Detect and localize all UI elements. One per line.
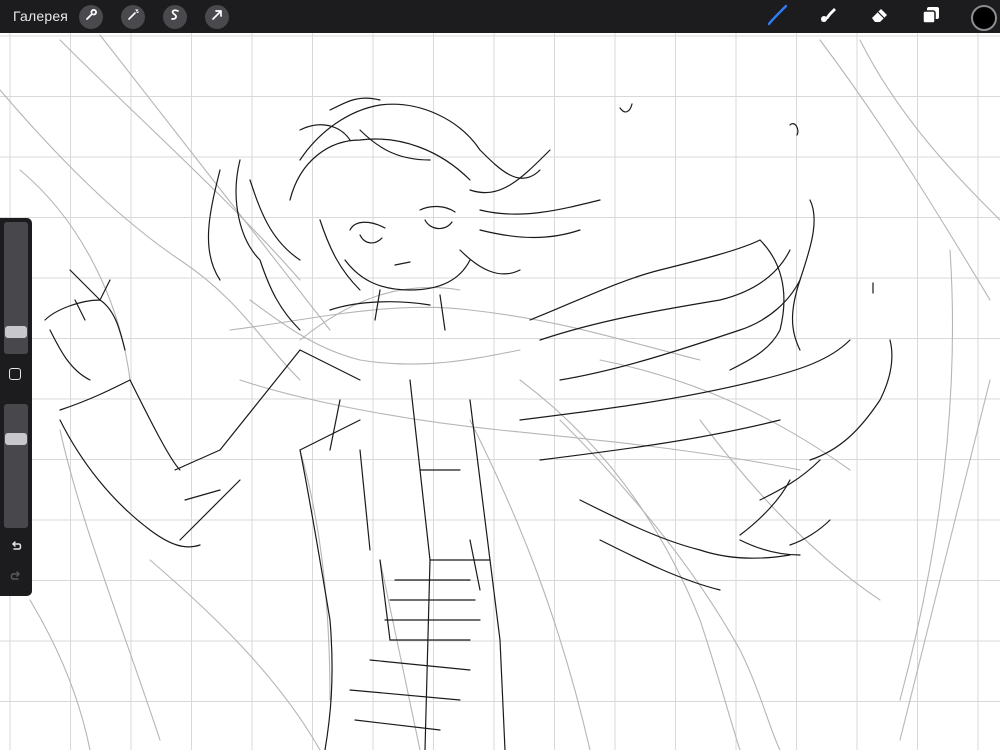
magic-wand-icon (126, 8, 140, 27)
brush-icon (765, 3, 789, 32)
sketch-ink-layer (44, 97, 893, 750)
redo-button[interactable] (6, 568, 26, 588)
layers-icon (920, 4, 942, 31)
undo-icon (9, 539, 23, 558)
adjustments-button[interactable] (121, 5, 145, 29)
undo-button[interactable] (6, 538, 26, 558)
redo-icon (9, 569, 23, 588)
top-toolbar: Галерея (0, 0, 1000, 33)
layers-tool[interactable] (918, 4, 944, 30)
transform-button[interactable] (205, 5, 229, 29)
selection-button[interactable] (163, 5, 187, 29)
smudge-tool[interactable] (815, 4, 841, 30)
opacity-slider[interactable] (4, 404, 28, 528)
transform-arrow-icon (210, 8, 224, 27)
brush-size-slider[interactable] (4, 222, 28, 354)
brush-size-slider-knob[interactable] (5, 326, 27, 338)
actions-button[interactable] (79, 5, 103, 29)
eraser-tool[interactable] (867, 4, 893, 30)
wrench-icon (84, 8, 98, 27)
opacity-slider-knob[interactable] (5, 433, 27, 445)
drawing-canvas[interactable] (0, 0, 1000, 750)
eraser-icon (869, 4, 891, 31)
left-sidebar (0, 218, 32, 596)
color-picker-button[interactable] (971, 5, 997, 31)
smudge-icon (817, 4, 839, 31)
brush-tool[interactable] (764, 4, 790, 30)
gallery-button[interactable]: Галерея (13, 8, 68, 24)
modify-button[interactable] (9, 368, 21, 380)
selection-icon (168, 8, 182, 27)
